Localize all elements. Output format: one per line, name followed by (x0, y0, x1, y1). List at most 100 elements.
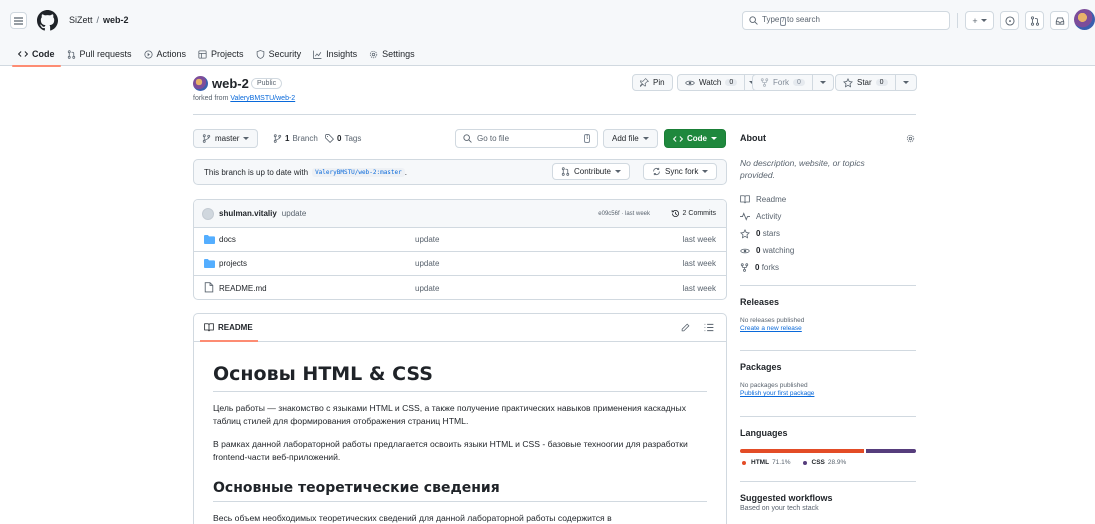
readme-tab[interactable]: README (194, 314, 726, 342)
repo-name[interactable]: web-2 (212, 76, 249, 91)
readme-paragraph: В рамках данной лабораторной работы пред… (213, 439, 688, 462)
sync-fork-button[interactable]: Sync fork (643, 163, 718, 180)
chevron-down-icon (980, 18, 987, 22)
commit-message[interactable]: update (282, 209, 306, 218)
branches-link[interactable]: 1 Branch (273, 134, 318, 143)
language-item-css[interactable]: CSS 28.9% (802, 459, 846, 466)
fork-dropdown[interactable] (811, 75, 833, 90)
breadcrumb-owner[interactable]: SiZett (69, 15, 93, 25)
file-commit-message[interactable]: update (415, 235, 439, 244)
file-name[interactable]: docs (219, 235, 236, 244)
language-legend: HTML 71.1% CSS 28.9% (742, 459, 846, 466)
language-item-html[interactable]: HTML 71.1% (742, 459, 791, 466)
publish-package-link[interactable]: Publish your first package (740, 390, 814, 397)
tab-code[interactable]: Code (12, 44, 61, 67)
tab-pull-requests[interactable]: Pull requests (61, 44, 138, 64)
about-links: Readme Activity 0 stars 0 watching 0 for… (740, 191, 916, 276)
branch-select-button[interactable]: master (193, 129, 259, 148)
upstream-ref[interactable]: ValeryBMSTU/web-2:master (312, 167, 405, 177)
file-row[interactable]: README.md update last week (194, 276, 726, 299)
commits-count: 2 Commits (682, 210, 716, 217)
add-file-button[interactable]: Add file (603, 129, 658, 148)
sidebar-divider (740, 350, 916, 351)
workflows-subtitle: Based on your tech stack (740, 505, 819, 512)
pull-request-icon (561, 167, 570, 176)
star-button[interactable]: Star 0 (835, 74, 917, 91)
watching-link[interactable]: 0 watching (740, 242, 916, 259)
file-commit-message[interactable]: update (415, 284, 439, 293)
star-icon (843, 77, 853, 87)
file-list: shulman.vitaliy update e09c56f · last we… (193, 199, 727, 300)
readme-link[interactable]: Readme (740, 191, 916, 208)
tab-security[interactable]: Security (250, 44, 308, 64)
table-icon (198, 49, 207, 59)
file-date: last week (682, 259, 716, 268)
language-color-dot (802, 460, 807, 465)
language-color-dot (742, 460, 746, 465)
packages-empty-text: No packages published (740, 382, 808, 389)
file-commit-message[interactable]: update (415, 259, 439, 268)
languages-title: Languages (740, 428, 788, 438)
pin-label: Pin (653, 78, 665, 87)
tab-projects[interactable]: Projects (192, 44, 250, 64)
readme-link-label: Readme (756, 195, 787, 204)
github-logo-icon[interactable] (37, 10, 58, 31)
header-divider (957, 13, 958, 28)
edit-pencil-icon[interactable] (681, 323, 690, 332)
file-row[interactable]: docs update last week (194, 228, 726, 252)
tag-count-label: Tags (344, 134, 362, 143)
commit-author[interactable]: shulman.vitaliy (219, 209, 277, 218)
contribute-button[interactable]: Contribute (552, 163, 630, 180)
forks-label: forks (761, 263, 780, 272)
star-dropdown[interactable] (894, 75, 916, 90)
fork-count: 0 (793, 79, 805, 86)
go-to-file-input[interactable]: Go to file t (455, 129, 598, 148)
user-avatar[interactable] (1074, 9, 1095, 30)
commit-meta[interactable]: e09c56f · last week (598, 211, 650, 217)
pull-requests-button[interactable] (1025, 11, 1044, 30)
pull-request-icon (1030, 15, 1039, 26)
readme-panel: README Основы HTML & CSS Цель работы — з… (193, 313, 727, 524)
pin-button[interactable]: Pin (632, 74, 673, 91)
readme-heading-1: Основы HTML & CSS (213, 363, 707, 392)
releases-empty-text: No releases published (740, 317, 805, 324)
shield-icon (256, 49, 264, 59)
file-name[interactable]: README.md (219, 284, 267, 293)
global-search-input[interactable]: Type / to search (742, 11, 950, 30)
fork-button[interactable]: Fork 0 (752, 74, 834, 91)
inbox-button[interactable] (1050, 11, 1069, 30)
gear-icon[interactable] (906, 134, 915, 143)
breadcrumb-repo[interactable]: web-2 (103, 15, 129, 25)
inbox-icon (1055, 16, 1064, 25)
forks-link[interactable]: 0 forks (740, 259, 916, 276)
pull-request-icon (67, 49, 75, 59)
chevron-down-icon (614, 169, 621, 173)
commit-author-avatar[interactable] (202, 207, 214, 220)
sync-fork-label: Sync fork (665, 167, 699, 176)
language-percent: 71.1% (772, 459, 791, 466)
repo-owner-avatar[interactable] (193, 76, 208, 91)
outline-list-icon[interactable] (704, 323, 714, 332)
file-name[interactable]: projects (219, 259, 247, 268)
tags-link[interactable]: 0 Tags (325, 134, 361, 143)
tab-insights[interactable]: Insights (307, 44, 363, 64)
create-release-link[interactable]: Create a new release (740, 325, 802, 332)
commits-link[interactable]: 2 Commits (671, 209, 716, 218)
watch-button[interactable]: Watch 0 (677, 74, 761, 91)
create-new-button[interactable]: + (965, 11, 994, 30)
stars-label: stars (762, 229, 781, 238)
sidebar-divider (740, 481, 916, 482)
tab-settings[interactable]: Settings (363, 44, 421, 64)
activity-link[interactable]: Activity (740, 208, 916, 225)
tab-actions[interactable]: Actions (138, 44, 193, 64)
packages-title[interactable]: Packages (740, 362, 916, 372)
stars-link[interactable]: 0 stars (740, 225, 916, 242)
issues-button[interactable] (1000, 11, 1019, 30)
add-file-label: Add file (612, 134, 639, 143)
releases-title[interactable]: Releases (740, 297, 916, 307)
menu-button[interactable] (10, 12, 27, 29)
fork-label: Fork (773, 78, 789, 87)
forked-from-link[interactable]: ValeryBMSTU/web-2 (230, 95, 295, 102)
code-button[interactable]: Code (664, 129, 726, 148)
file-row[interactable]: projects update last week (194, 252, 726, 276)
